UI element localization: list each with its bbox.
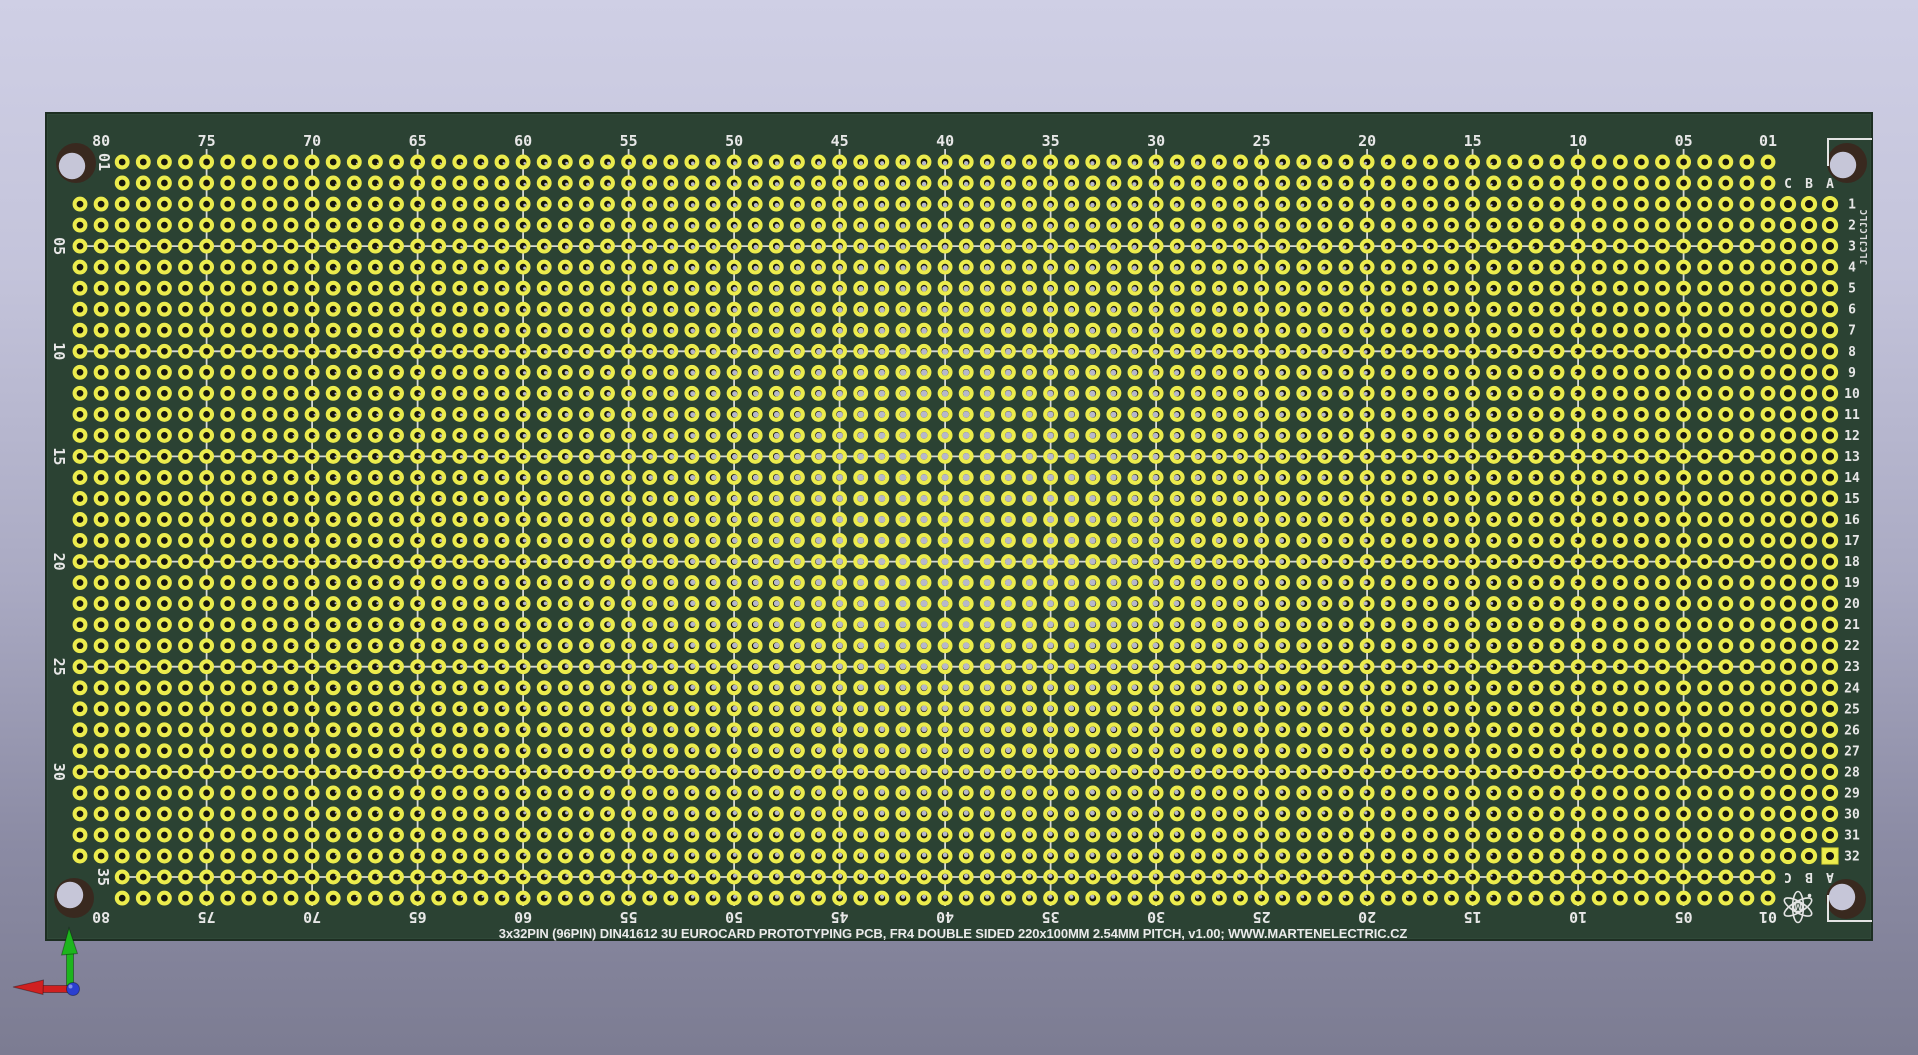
jlc-watermark-text: JLCJLCJLC <box>1859 209 1870 265</box>
row-01-corner-label: 01 <box>95 153 113 171</box>
mounting-hole <box>56 143 96 183</box>
mounting-hole <box>1826 879 1866 919</box>
z-axis-origin <box>67 983 80 996</box>
mounting-hole <box>54 878 94 918</box>
pcb-board-3d-view[interactable]: 8075706560555045403530252015100501807570… <box>0 0 1918 1055</box>
brand-logo-letter: M <box>1794 902 1801 911</box>
pcb-3d-viewport[interactable]: 8075706560555045403530252015100501807570… <box>0 0 1918 1055</box>
x-axis-arrowhead <box>13 980 44 995</box>
board-title-text: 3x32PIN (96PIN) DIN41612 3U EUROCARD PRO… <box>499 926 1408 941</box>
